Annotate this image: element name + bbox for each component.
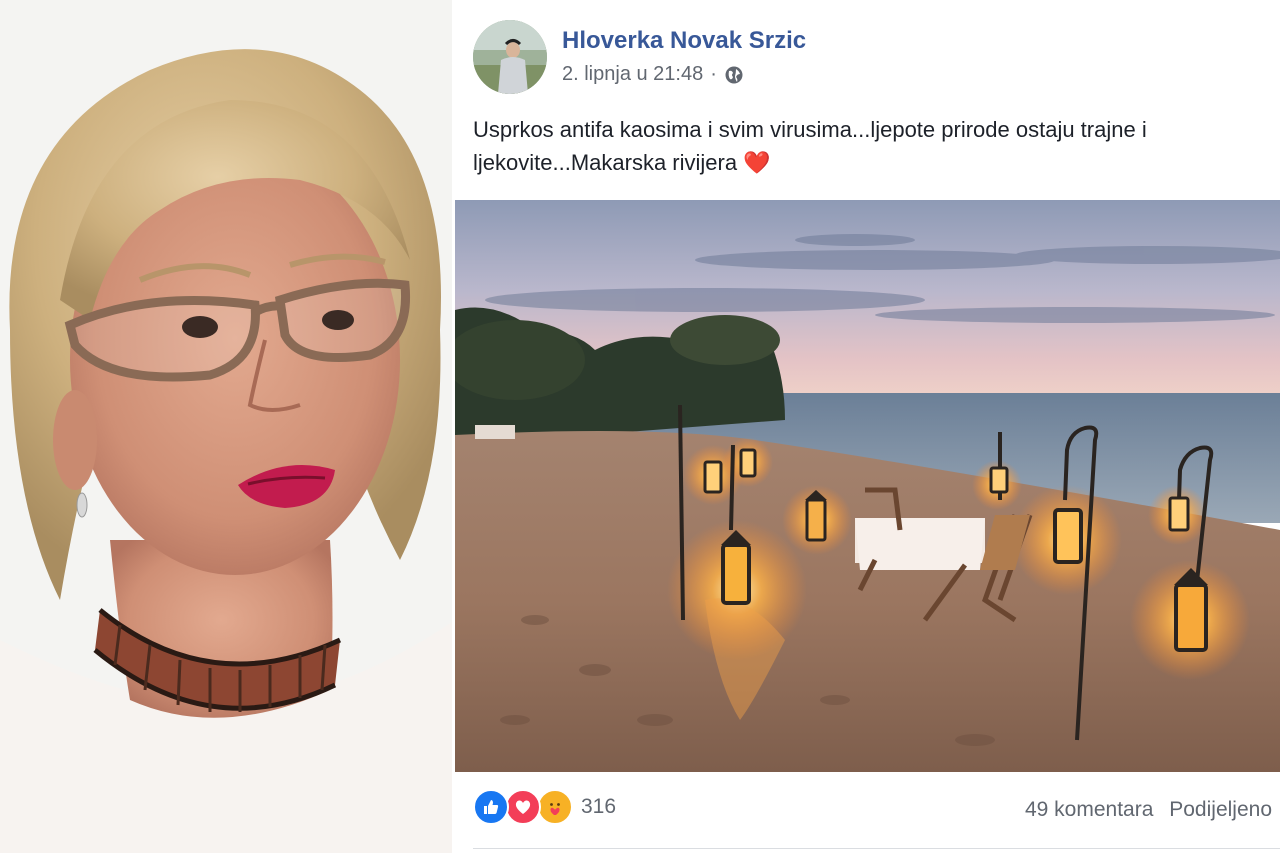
portrait-illustration <box>0 0 455 853</box>
footer-divider <box>473 848 1280 849</box>
author-name-link[interactable]: Hloverka Novak Srzic <box>562 27 806 55</box>
like-icon <box>473 789 509 825</box>
facebook-post: Hloverka Novak Srzic 2. lipnja u 21:48 ·… <box>455 0 1280 853</box>
post-text: Usprkos antifa kaosima i svim virusima..… <box>473 113 1273 179</box>
post-meta: 2. lipnja u 21:48 · <box>562 63 744 86</box>
globe-icon[interactable] <box>724 65 744 85</box>
shares-link[interactable]: Podijeljeno <box>1169 798 1272 821</box>
care-icon <box>537 789 573 825</box>
post-photo-beach-lanterns[interactable] <box>455 200 1280 772</box>
heart-emoji-icon: ❤️ <box>743 150 771 175</box>
post-text-body: Usprkos antifa kaosima i svim virusima..… <box>473 117 1147 175</box>
author-avatar[interactable] <box>473 20 547 94</box>
meta-separator: · <box>710 63 717 85</box>
post-date-link[interactable]: 2. lipnja u 21:48 <box>562 63 703 86</box>
screenshot-canvas: Hloverka Novak Srzic 2. lipnja u 21:48 ·… <box>0 0 1280 853</box>
post-stats: 49 komentara Podijeljeno <box>1015 798 1272 822</box>
love-icon <box>505 789 541 825</box>
reactions-bar[interactable]: 316 <box>473 789 616 825</box>
beach-scene-illustration <box>455 200 1280 772</box>
portrait-photo <box>0 0 455 853</box>
comments-count-link[interactable]: 49 komentara <box>1025 798 1153 821</box>
reaction-count[interactable]: 316 <box>581 795 616 819</box>
